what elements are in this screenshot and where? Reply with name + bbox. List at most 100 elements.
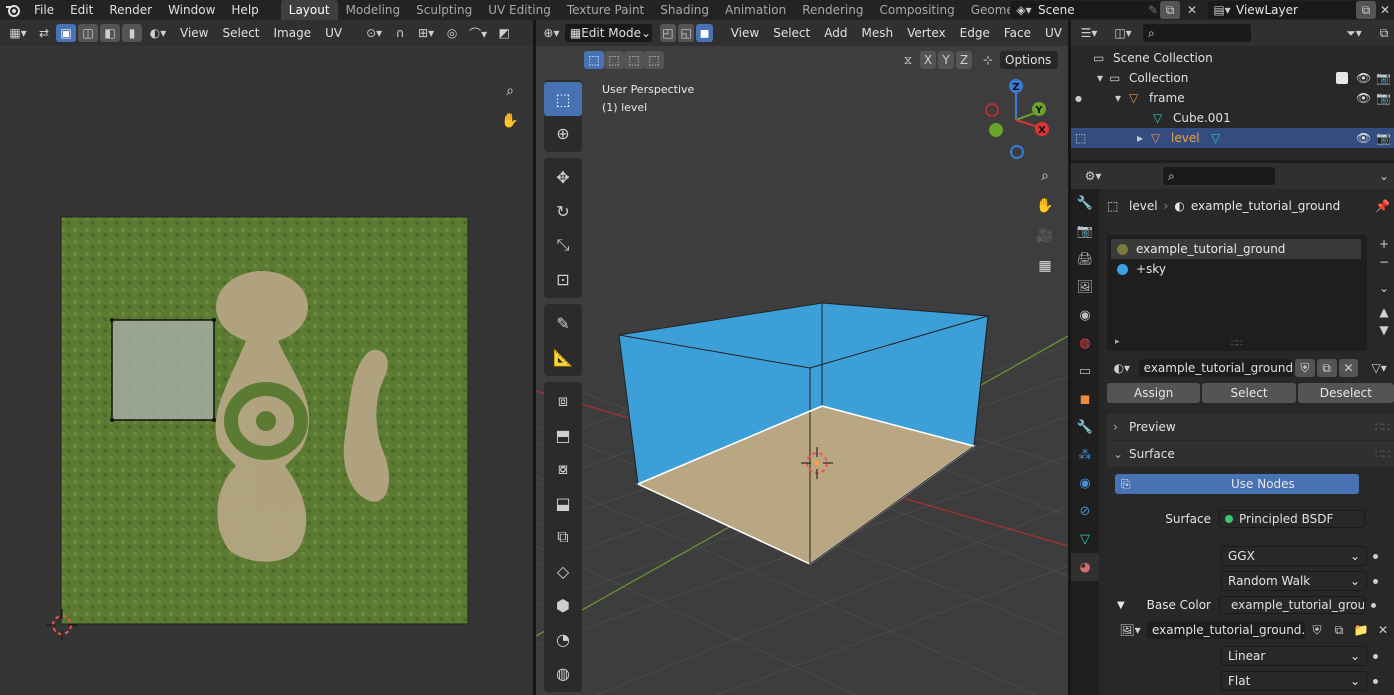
image-fake-user-icon[interactable]: ⛨ xyxy=(1307,621,1327,639)
move-tool-icon[interactable]: ✥ xyxy=(544,160,582,194)
display-mode-icon[interactable]: ◫▾ xyxy=(1109,24,1137,42)
menu-edit[interactable]: Edit xyxy=(62,0,101,20)
poly-build-tool-icon[interactable]: ⬢ xyxy=(544,588,582,622)
keyframe-dot-icon[interactable] xyxy=(1373,553,1378,559)
material-tab-icon[interactable]: ◕ xyxy=(1071,553,1099,581)
view-layer-tab-icon[interactable]: 🖼 xyxy=(1071,273,1099,301)
particles-tab-icon[interactable]: ⁂ xyxy=(1071,441,1099,469)
projection-dropdown[interactable]: Flat ⌄ xyxy=(1221,671,1367,691)
falloff-icon[interactable]: ⌒▾ xyxy=(464,24,492,42)
use-nodes-button[interactable]: ⎘ Use Nodes xyxy=(1115,474,1359,494)
uv-menu-uv[interactable]: UV xyxy=(319,26,348,40)
vp-menu-vertex[interactable]: Vertex xyxy=(901,26,952,40)
drag-handle-icon[interactable]: ∷∷ xyxy=(1375,420,1390,434)
uv-menu-image[interactable]: Image xyxy=(268,26,318,40)
vp-menu-uv[interactable]: UV xyxy=(1039,26,1068,40)
move-up-icon[interactable]: ▲ xyxy=(1375,303,1393,321)
material-name-field[interactable]: example_tutorial_ground xyxy=(1138,359,1294,377)
interpolation-dropdown[interactable]: Linear ⌄ xyxy=(1221,646,1367,666)
open-image-folder-icon[interactable]: 📁 xyxy=(1351,621,1371,639)
tab-modeling[interactable]: Modeling xyxy=(338,0,409,20)
vp-menu-mesh[interactable]: Mesh xyxy=(855,26,899,40)
camera-view-icon[interactable]: 🎥 xyxy=(1032,223,1058,249)
expand-icon[interactable]: ▼ xyxy=(1117,600,1137,611)
viewport-pan-hand-icon[interactable]: ✋ xyxy=(1032,193,1058,219)
rotate-tool-icon[interactable]: ↻ xyxy=(544,194,582,228)
eye-icon[interactable]: 👁 xyxy=(1356,71,1376,85)
object-tab-icon[interactable]: ◼ xyxy=(1071,385,1099,413)
proportional-edit-icon[interactable]: ◎ xyxy=(442,24,462,42)
keyframe-dot-icon[interactable] xyxy=(1371,602,1376,608)
3d-viewport[interactable]: ⊕▾ ▦ Edit Mode ⌄ ◰ ◱ ◼ View Select Add M… xyxy=(536,20,1068,695)
eye-icon[interactable]: 👁 xyxy=(1356,131,1376,145)
camera-icon[interactable]: 📷 xyxy=(1376,71,1394,85)
physics-tab-icon[interactable]: ◉ xyxy=(1071,469,1099,497)
outliner-search-input[interactable]: ⌕ xyxy=(1143,24,1251,42)
properties-options-icon[interactable]: ⌄ xyxy=(1374,167,1394,185)
uv-canvas[interactable]: ⌕ ✋ xyxy=(0,46,533,695)
vp-menu-add[interactable]: Add xyxy=(818,26,853,40)
measure-tool-icon[interactable]: 📐 xyxy=(544,340,582,374)
checkbox-icon[interactable] xyxy=(1336,72,1348,84)
surface-panel-header[interactable]: ⌄ Surface ∷∷ xyxy=(1107,441,1394,467)
image-name-field[interactable]: example_tutorial_ground.tif xyxy=(1147,621,1305,639)
snap-icon[interactable]: ∩ xyxy=(390,24,410,42)
material-slot-row[interactable]: +sky xyxy=(1111,259,1361,279)
constraints-tab-icon[interactable]: ⊘ xyxy=(1071,497,1099,525)
fake-user-icon[interactable]: ⛨ xyxy=(1295,359,1315,377)
outliner-row-scene-collection[interactable]: ▭ Scene Collection xyxy=(1071,48,1394,68)
pan-hand-icon[interactable]: ✋ xyxy=(497,108,523,134)
mesh-vertex-select-icon[interactable]: ◰ xyxy=(659,24,677,42)
tab-rendering[interactable]: Rendering xyxy=(794,0,871,20)
viewport-editor-type-icon[interactable]: ⊕▾ xyxy=(540,24,563,42)
world-tab-icon[interactable]: ◍ xyxy=(1071,329,1099,357)
annotate-tool-icon[interactable]: ✎ xyxy=(544,306,582,340)
keyframe-dot-icon[interactable] xyxy=(1373,578,1378,584)
editor-type-icon[interactable]: ▦▾ xyxy=(4,24,32,42)
image-browse-icon[interactable]: ◩ xyxy=(494,24,514,42)
duplicate-material-icon[interactable]: ⧉ xyxy=(1316,359,1337,377)
render-tab-icon[interactable]: 📷 xyxy=(1071,217,1099,245)
ortho-grid-icon[interactable]: ▦ xyxy=(1032,253,1058,279)
cursor-tool-icon[interactable]: ⊕ xyxy=(544,116,582,150)
snap-options-icon[interactable]: ⊞▾ xyxy=(412,24,440,42)
menu-render[interactable]: Render xyxy=(101,0,160,20)
scene-selector[interactable]: ◈▾ Scene ✎ xyxy=(1010,1,1162,19)
uv-island-selection[interactable] xyxy=(111,319,215,421)
data-tab-icon[interactable]: ▽ xyxy=(1071,525,1099,553)
scale-tool-icon[interactable]: ⤡ xyxy=(544,228,582,262)
island-select-icon[interactable]: ▮ xyxy=(122,24,142,42)
deselect-button[interactable]: Deselect xyxy=(1297,383,1394,403)
expand-icon[interactable]: ▾ xyxy=(1097,71,1109,85)
remove-scene-icon[interactable]: ✕ xyxy=(1182,1,1202,19)
keyframe-dot-icon[interactable] xyxy=(1373,678,1378,684)
select-button[interactable]: Select xyxy=(1202,383,1296,403)
base-color-field[interactable]: example_tutorial_grou... xyxy=(1219,596,1365,614)
expand-icon[interactable]: ▸ xyxy=(1137,131,1151,145)
remove-viewlayer-icon[interactable]: ✕ xyxy=(1376,1,1394,19)
add-slot-button[interactable]: + xyxy=(1375,235,1393,253)
eye-icon[interactable]: 👁 xyxy=(1356,91,1376,105)
slot-specials-icon[interactable]: ⌄ xyxy=(1375,279,1393,297)
vp-menu-face[interactable]: Face xyxy=(998,26,1037,40)
outliner-row-cube[interactable]: ▽ Cube.001 xyxy=(1071,108,1394,128)
add-cube-tool-icon[interactable]: ⧈ xyxy=(544,384,582,418)
pin-icon[interactable]: ✎ xyxy=(1148,3,1158,17)
remove-slot-button[interactable]: − xyxy=(1375,253,1393,271)
move-down-icon[interactable]: ▼ xyxy=(1375,321,1393,339)
new-viewlayer-icon[interactable]: ⧉ xyxy=(1356,1,1376,19)
subsurface-method-dropdown[interactable]: Random Walk ⌄ xyxy=(1221,571,1367,591)
edit-mode-icon[interactable]: ⬚ xyxy=(1075,131,1095,145)
tab-shading[interactable]: Shading xyxy=(652,0,717,20)
smooth-tool-icon[interactable]: ◍ xyxy=(544,656,582,690)
vertex-select-icon[interactable]: ▣ xyxy=(56,24,76,42)
material-slot-row[interactable]: example_tutorial_ground xyxy=(1111,239,1361,259)
collection-tab-icon[interactable]: ▭ xyxy=(1071,357,1099,385)
browse-material-icon[interactable]: ◐▾ xyxy=(1107,359,1137,377)
transform-tool-icon[interactable]: ⊡ xyxy=(544,262,582,296)
modifier-tab-icon[interactable]: 🔧 xyxy=(1071,413,1099,441)
viewport-zoom-icon[interactable]: ⌕ xyxy=(1032,163,1058,189)
camera-icon[interactable]: 📷 xyxy=(1376,91,1394,105)
camera-icon[interactable]: 📷 xyxy=(1376,131,1394,145)
properties-search-input[interactable]: ⌕ xyxy=(1163,167,1275,185)
